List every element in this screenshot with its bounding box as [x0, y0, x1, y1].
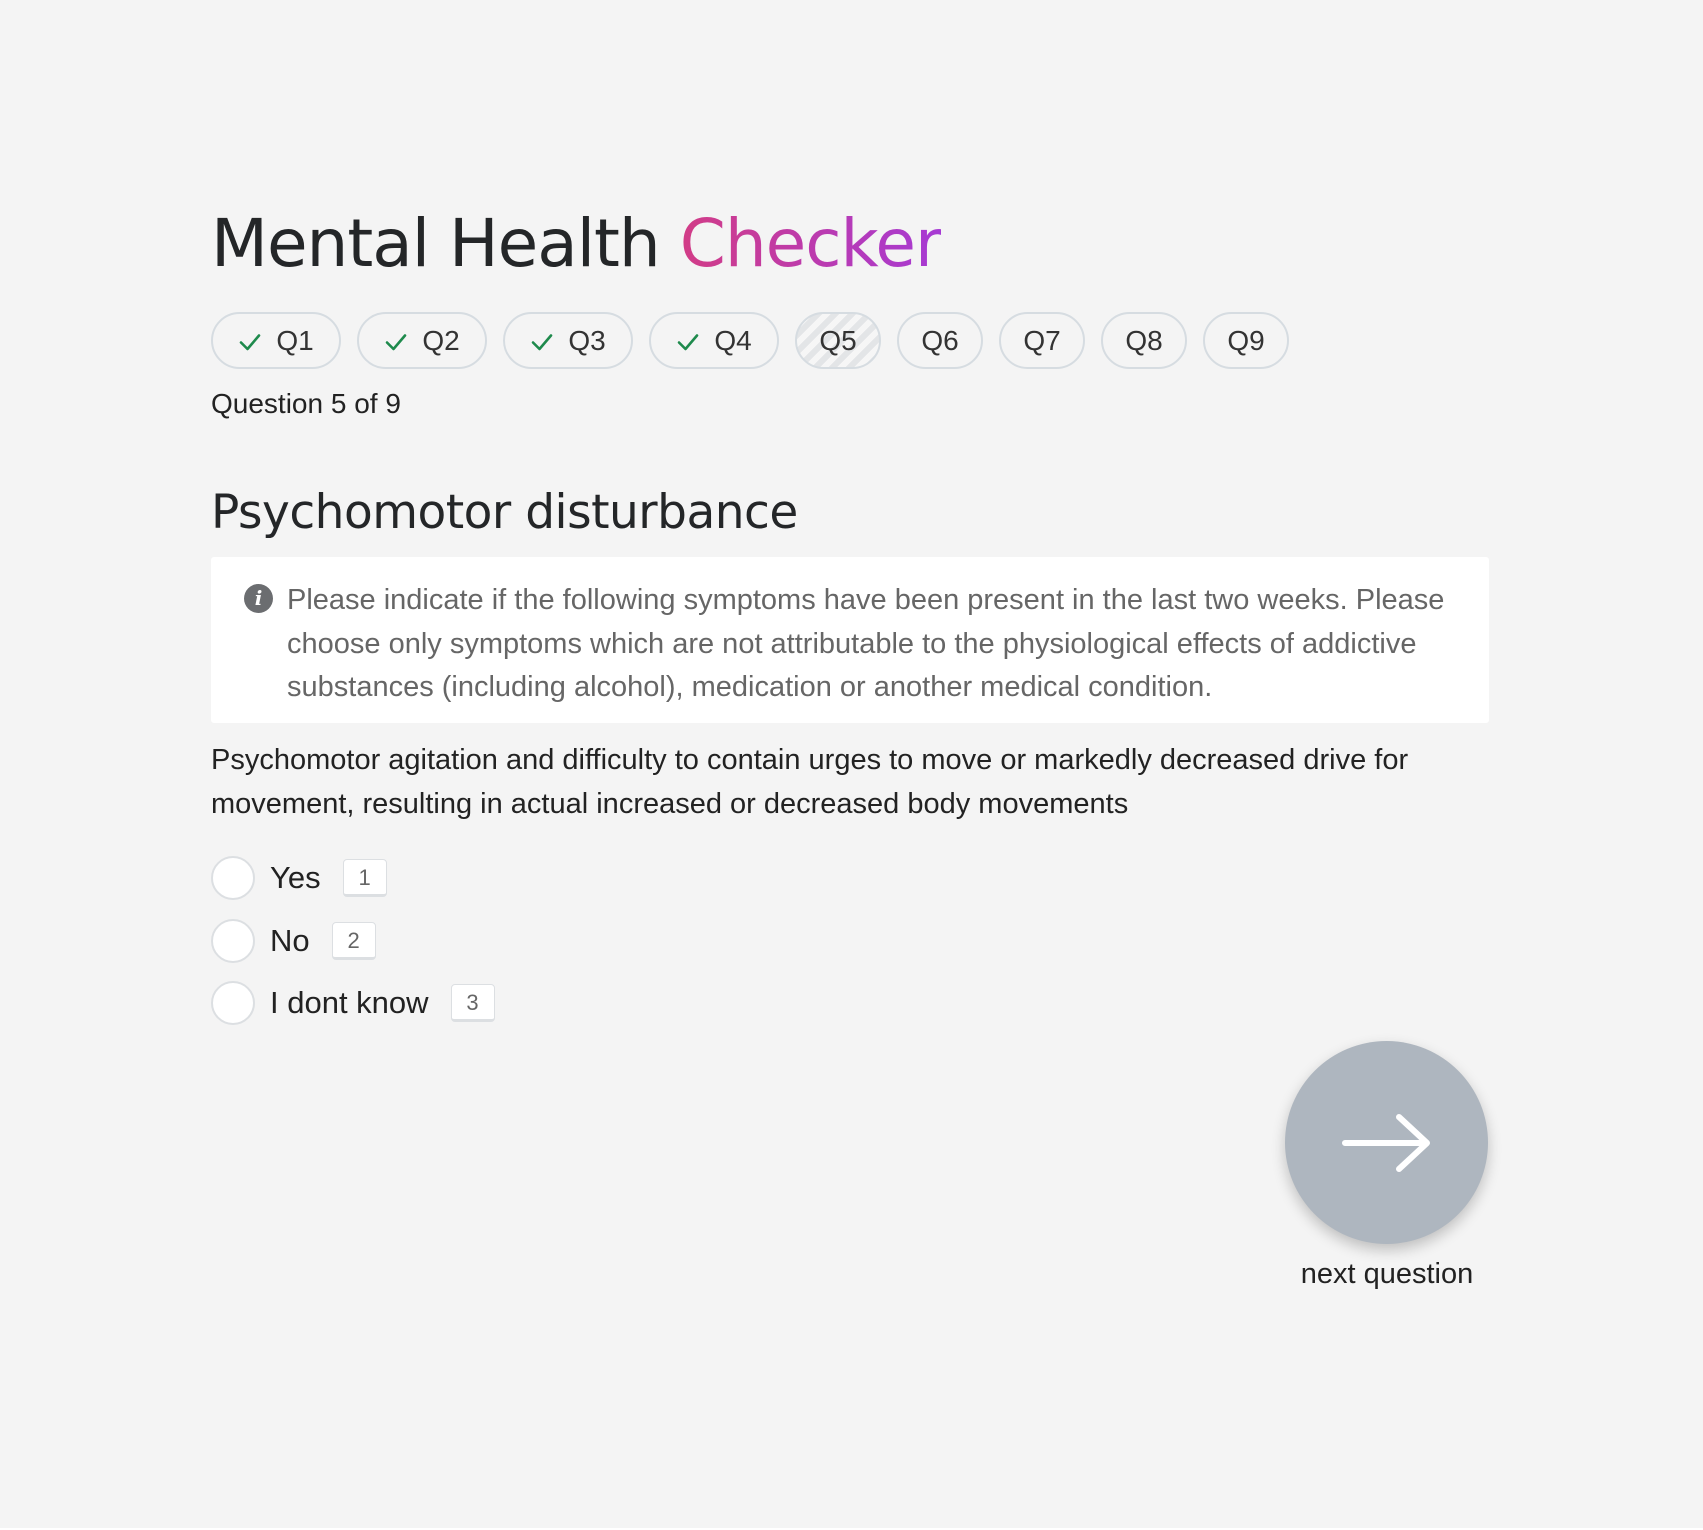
option-label: Yes [270, 860, 321, 895]
radio-button[interactable] [211, 918, 255, 963]
question-pill-label: Q7 [1023, 324, 1061, 356]
question-pill-label: Q3 [568, 324, 606, 356]
question-text: Psychomotor agitation and difficulty to … [211, 744, 1409, 820]
app-title-main: Mental Health [211, 205, 680, 282]
question-nav: Q1 Q2 Q3 Q4 Q5 Q6 Q7 Q8 Q9 [211, 312, 1289, 369]
app-title: Mental Health Checker [211, 200, 942, 288]
radio-button[interactable] [211, 981, 255, 1025]
keyboard-shortcut-badge: 1 [342, 859, 387, 897]
question-pill-label: Q9 [1227, 324, 1265, 356]
question-pill-q6[interactable]: Q6 [897, 312, 983, 369]
option-label: I dont know [270, 985, 429, 1020]
info-icon: i [244, 584, 273, 613]
keyboard-shortcut-badge: 3 [450, 984, 495, 1022]
check-icon [384, 329, 408, 353]
app-title-accent: Checker [679, 205, 942, 282]
info-box: i Please indicate if the following sympt… [211, 557, 1489, 723]
answer-options: Yes 1 No 2 I dont know 3 [211, 856, 495, 1044]
question-pill-q7[interactable]: Q7 [999, 312, 1085, 369]
arrow-right-icon [1341, 1113, 1430, 1172]
option-label: No [270, 922, 310, 958]
question-pill-label: Q5 [819, 324, 857, 356]
question-pill-q8[interactable]: Q8 [1101, 312, 1187, 369]
info-text: Please indicate if the following symptom… [287, 584, 1445, 703]
question-pill-label: Q4 [714, 324, 752, 356]
check-icon [530, 329, 554, 353]
question-pill-label: Q6 [921, 324, 959, 356]
option-dont-know[interactable]: I dont know 3 [211, 981, 495, 1025]
question-pill-label: Q2 [422, 324, 460, 356]
question-pill-q9[interactable]: Q9 [1203, 312, 1289, 369]
option-no[interactable]: No 2 [211, 918, 495, 963]
question-pill-q3[interactable]: Q3 [503, 312, 633, 369]
question-pill-q5[interactable]: Q5 [795, 312, 881, 369]
radio-button[interactable] [211, 856, 255, 900]
question-pill-q4[interactable]: Q4 [649, 312, 779, 369]
keyboard-shortcut-badge: 2 [331, 921, 376, 960]
question-pill-label: Q8 [1125, 324, 1163, 356]
option-yes[interactable]: Yes 1 [211, 856, 495, 900]
question-pill-label: Q1 [276, 324, 314, 356]
question-pill-q1[interactable]: Q1 [211, 312, 341, 369]
progress-text: Question 5 of 9 [211, 388, 401, 419]
next-question-button[interactable] [1285, 1041, 1488, 1244]
next-question-label[interactable]: next question [1246, 1258, 1528, 1291]
check-icon [238, 329, 262, 353]
check-icon [676, 329, 700, 353]
question-title: Psychomotor disturbance [211, 485, 798, 540]
question-pill-q2[interactable]: Q2 [357, 312, 487, 369]
page: Mental Health Checker Q1 Q2 Q3 Q4 Q5 Q6 … [0, 0, 1703, 1528]
